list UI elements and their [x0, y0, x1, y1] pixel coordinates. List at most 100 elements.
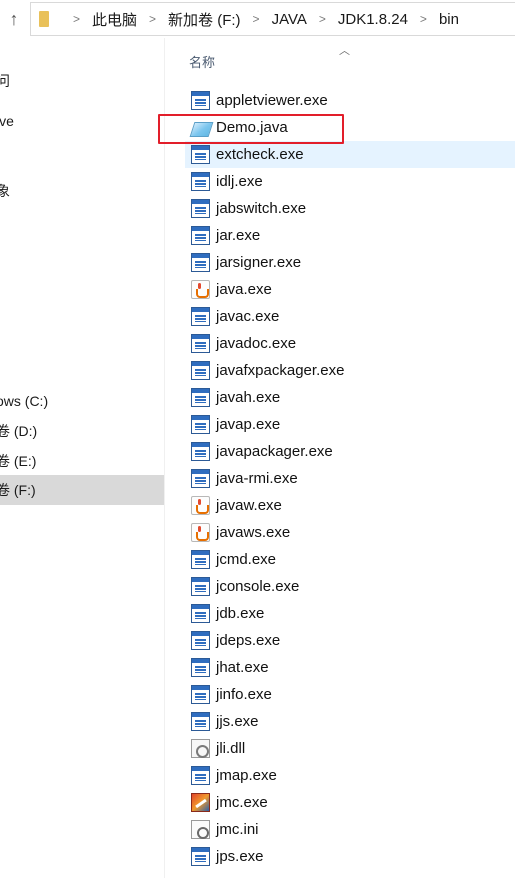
- file-row[interactable]: jli.dll: [185, 735, 515, 762]
- file-name: Demo.java: [216, 119, 288, 136]
- exe-icon: [191, 442, 210, 461]
- file-row[interactable]: jconsole.exe: [185, 573, 515, 600]
- file-name: jdb.exe: [216, 605, 265, 622]
- java-cup-icon: [191, 496, 210, 515]
- address-bar: ↑ > 此电脑 > 新加卷 (F:) > JAVA > JDK1.8.24 > …: [0, 0, 515, 38]
- file-name: java-rmi.exe: [216, 470, 298, 487]
- jmc-icon: [191, 793, 210, 812]
- up-arrow-icon[interactable]: ↑: [4, 8, 24, 30]
- file-name: jli.dll: [216, 740, 246, 757]
- java-cup-icon: [191, 280, 210, 299]
- dll-icon: [191, 739, 210, 758]
- exe-icon: [191, 712, 210, 731]
- file-name: jar.exe: [216, 227, 261, 244]
- file-row[interactable]: javaw.exe: [185, 492, 515, 519]
- file-row[interactable]: jdb.exe: [185, 600, 515, 627]
- chevron-right-icon[interactable]: >: [253, 12, 260, 26]
- navigation-pane: 问 ive 象 ows (C:) 卷 (D:) 卷 (E:) 卷 (F:): [0, 38, 164, 878]
- nav-item-onedrive[interactable]: ive: [0, 106, 164, 136]
- nav-item-drive-e[interactable]: 卷 (E:): [0, 446, 164, 476]
- breadcrumb-this-pc[interactable]: 此电脑: [92, 9, 137, 30]
- file-row[interactable]: jcmd.exe: [185, 546, 515, 573]
- file-row[interactable]: javapackager.exe: [185, 438, 515, 465]
- file-name: idlj.exe: [216, 173, 263, 190]
- java-source-icon: [191, 118, 210, 137]
- nav-item-drive-f[interactable]: 卷 (F:): [0, 475, 164, 505]
- chevron-right-icon[interactable]: >: [420, 12, 427, 26]
- file-name: jabswitch.exe: [216, 200, 307, 217]
- file-row[interactable]: javadoc.exe: [185, 330, 515, 357]
- file-row[interactable]: jar.exe: [185, 222, 515, 249]
- file-name: jmap.exe: [216, 767, 277, 784]
- file-row[interactable]: extcheck.exe: [185, 141, 515, 168]
- exe-icon: [191, 631, 210, 650]
- file-name: jjs.exe: [216, 713, 259, 730]
- file-row[interactable]: javaws.exe: [185, 519, 515, 546]
- file-row[interactable]: jdeps.exe: [185, 627, 515, 654]
- exe-icon: [191, 685, 210, 704]
- file-name: jcmd.exe: [216, 551, 277, 568]
- file-row[interactable]: jarsigner.exe: [185, 249, 515, 276]
- exe-icon: [191, 604, 210, 623]
- exe-icon: [191, 847, 210, 866]
- file-name: jmc.ini: [216, 821, 259, 838]
- file-row[interactable]: javafxpackager.exe: [185, 357, 515, 384]
- file-name: javah.exe: [216, 389, 281, 406]
- file-name: jconsole.exe: [216, 578, 300, 595]
- exe-icon: [191, 415, 210, 434]
- exe-icon: [191, 388, 210, 407]
- breadcrumb-java[interactable]: JAVA: [272, 11, 307, 28]
- file-row[interactable]: java.exe: [185, 276, 515, 303]
- exe-icon: [191, 145, 210, 164]
- nav-item-drive-c[interactable]: ows (C:): [0, 386, 164, 416]
- java-cup-icon: [191, 523, 210, 542]
- file-row[interactable]: jmap.exe: [185, 762, 515, 789]
- breadcrumb[interactable]: > 此电脑 > 新加卷 (F:) > JAVA > JDK1.8.24 > bi…: [30, 2, 515, 36]
- file-row[interactable]: jabswitch.exe: [185, 195, 515, 222]
- file-name: javaws.exe: [216, 524, 291, 541]
- exe-icon: [191, 172, 210, 191]
- file-name: jmc.exe: [216, 794, 268, 811]
- file-row[interactable]: jmc.ini: [185, 816, 515, 843]
- file-row[interactable]: idlj.exe: [185, 168, 515, 195]
- file-row[interactable]: jjs.exe: [185, 708, 515, 735]
- ini-icon: [191, 820, 210, 839]
- breadcrumb-drive-f[interactable]: 新加卷 (F:): [168, 9, 241, 30]
- exe-icon: [191, 91, 210, 110]
- exe-icon: [191, 253, 210, 272]
- file-name: javadoc.exe: [216, 335, 297, 352]
- file-name: java.exe: [216, 281, 272, 298]
- nav-item-objects[interactable]: 象: [0, 176, 164, 206]
- file-name: jps.exe: [216, 848, 264, 865]
- nav-item-access[interactable]: 问: [0, 66, 164, 96]
- chevron-right-icon[interactable]: >: [319, 12, 326, 26]
- exe-icon: [191, 550, 210, 569]
- file-row[interactable]: appletviewer.exe: [185, 87, 515, 114]
- file-row[interactable]: javah.exe: [185, 384, 515, 411]
- file-name: javac.exe: [216, 308, 280, 325]
- exe-icon: [191, 334, 210, 353]
- file-row[interactable]: jmc.exe: [185, 789, 515, 816]
- breadcrumb-bin[interactable]: bin: [439, 11, 459, 28]
- file-name: javafxpackager.exe: [216, 362, 345, 379]
- file-row[interactable]: jinfo.exe: [185, 681, 515, 708]
- file-row[interactable]: jps.exe: [185, 843, 515, 870]
- exe-icon: [191, 577, 210, 596]
- file-row[interactable]: java-rmi.exe: [185, 465, 515, 492]
- nav-item-drive-d[interactable]: 卷 (D:): [0, 416, 164, 446]
- file-name: javapackager.exe: [216, 443, 333, 460]
- chevron-right-icon[interactable]: >: [73, 12, 80, 26]
- chevron-right-icon[interactable]: >: [149, 12, 156, 26]
- sort-up-icon: ︿: [339, 45, 350, 57]
- file-name: javap.exe: [216, 416, 281, 433]
- exe-icon: [191, 658, 210, 677]
- file-row[interactable]: javac.exe: [185, 303, 515, 330]
- column-header-name[interactable]: 名称: [189, 52, 215, 71]
- file-row[interactable]: javap.exe: [185, 411, 515, 438]
- file-row[interactable]: jhat.exe: [185, 654, 515, 681]
- file-row[interactable]: Demo.java: [185, 114, 515, 141]
- breadcrumb-jdk[interactable]: JDK1.8.24: [338, 11, 408, 28]
- file-name: jdeps.exe: [216, 632, 281, 649]
- file-name: jhat.exe: [216, 659, 269, 676]
- file-name: appletviewer.exe: [216, 92, 328, 109]
